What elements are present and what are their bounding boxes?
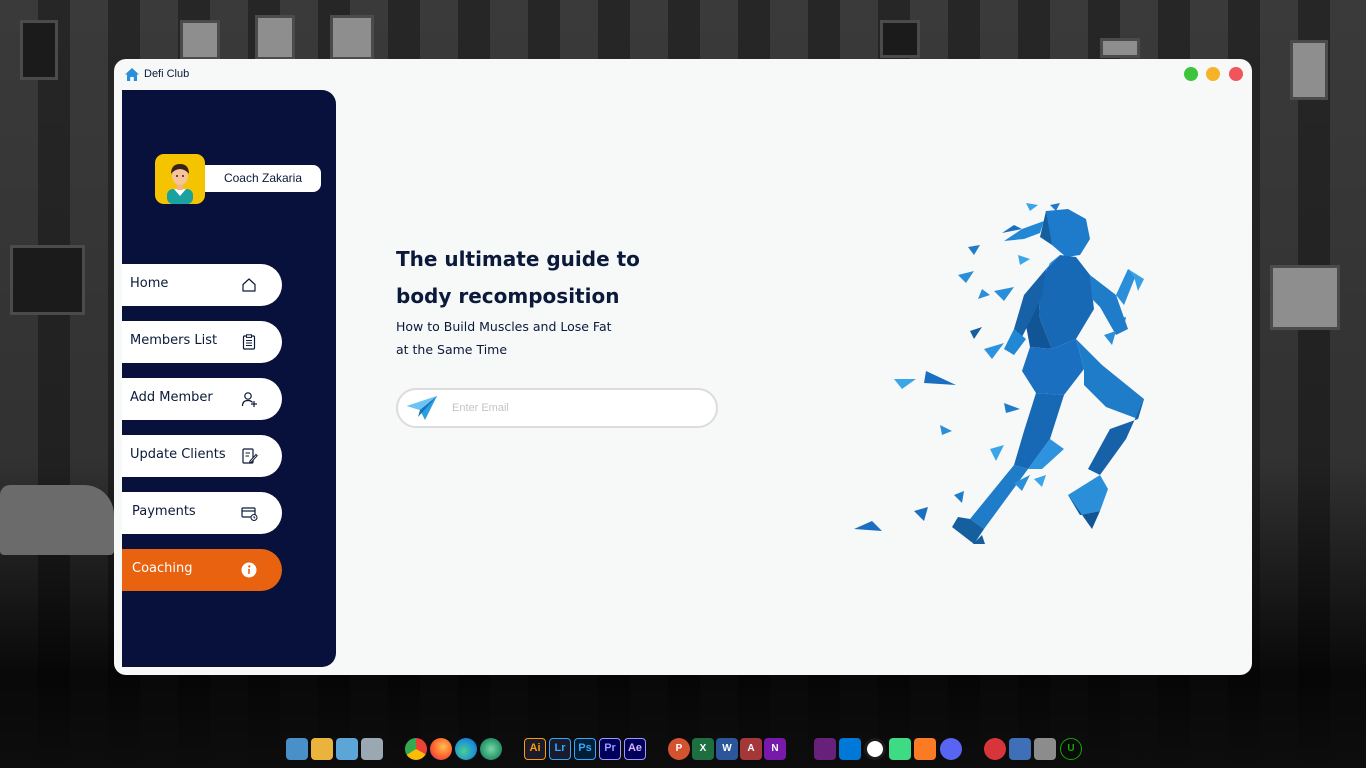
coach-name-label: Coach Zakaria bbox=[205, 165, 321, 192]
subtitle-line-1: How to Build Muscles and Lose Fat bbox=[396, 319, 612, 334]
subtitle-line-2: at the Same Time bbox=[396, 342, 508, 357]
wallpaper-detail bbox=[20, 20, 58, 80]
this-pc-icon[interactable] bbox=[286, 738, 308, 760]
wallpaper-detail bbox=[1100, 38, 1140, 58]
wallpaper-detail bbox=[180, 20, 220, 60]
user-folder-icon[interactable] bbox=[311, 738, 333, 760]
paper-plane-icon[interactable] bbox=[405, 394, 439, 422]
wallpaper-detail bbox=[880, 20, 920, 58]
sidebar-item-label: Members List bbox=[130, 333, 218, 348]
virtualbox-icon[interactable] bbox=[1009, 738, 1031, 760]
sidebar-item-add-member[interactable]: Add Member bbox=[122, 378, 282, 420]
add-user-icon bbox=[241, 392, 257, 407]
webstorm-icon[interactable] bbox=[864, 738, 886, 760]
sidebar-item-payments[interactable]: Payments bbox=[122, 492, 282, 534]
clipboard-list-icon bbox=[242, 334, 256, 350]
sidebar-item-label: Add Member bbox=[130, 390, 213, 405]
ccleaner-icon[interactable] bbox=[984, 738, 1006, 760]
after-effects-icon[interactable]: Ae bbox=[624, 738, 646, 760]
control-panel-icon[interactable] bbox=[336, 738, 358, 760]
avatar bbox=[155, 154, 205, 204]
sidebar-item-coaching[interactable]: Coaching bbox=[122, 549, 282, 591]
edit-document-icon bbox=[242, 448, 258, 464]
close-button[interactable] bbox=[1229, 67, 1243, 81]
wallpaper-detail bbox=[255, 15, 295, 60]
illustrator-icon[interactable]: Ai bbox=[524, 738, 546, 760]
powerpoint-icon[interactable]: P bbox=[668, 738, 690, 760]
home-logo-icon bbox=[125, 68, 139, 81]
email-field-container bbox=[396, 388, 718, 428]
home-icon bbox=[242, 278, 256, 292]
recycle-bin-icon[interactable] bbox=[361, 738, 383, 760]
premiere-icon[interactable]: Pr bbox=[599, 738, 621, 760]
onenote-icon[interactable]: N bbox=[764, 738, 786, 760]
sidebar: Coach Zakaria Home Members List Add Memb… bbox=[122, 90, 336, 667]
vscode-icon[interactable] bbox=[839, 738, 861, 760]
firefox-icon[interactable] bbox=[430, 738, 452, 760]
lightroom-icon[interactable]: Lr bbox=[549, 738, 571, 760]
title-bar: Defi Club bbox=[114, 59, 1252, 90]
headline-line-2: body recomposition bbox=[396, 284, 620, 308]
sidebar-item-label: Home bbox=[130, 276, 169, 291]
wallpaper-detail bbox=[1270, 265, 1340, 330]
wallpaper-detail bbox=[1290, 40, 1328, 100]
xampp-icon[interactable] bbox=[914, 738, 936, 760]
running-woman-illustration bbox=[854, 203, 1144, 544]
email-input[interactable] bbox=[452, 398, 702, 418]
taskbar: Ai Lr Ps Pr Ae P X W A N U bbox=[0, 734, 1366, 766]
edge-dev-icon[interactable] bbox=[480, 738, 502, 760]
wallpaper-detail bbox=[330, 15, 374, 60]
chrome-icon[interactable] bbox=[405, 738, 427, 760]
payment-card-icon bbox=[241, 507, 258, 521]
edge-icon[interactable] bbox=[455, 738, 477, 760]
word-icon[interactable]: W bbox=[716, 738, 738, 760]
sidebar-item-label: Coaching bbox=[132, 561, 193, 576]
visual-studio-icon[interactable] bbox=[814, 738, 836, 760]
winrar-icon[interactable] bbox=[1034, 738, 1056, 760]
minimize-button[interactable] bbox=[1206, 67, 1220, 81]
excel-icon[interactable]: X bbox=[692, 738, 714, 760]
upwork-icon[interactable]: U bbox=[1060, 738, 1082, 760]
sidebar-item-home[interactable]: Home bbox=[122, 264, 282, 306]
sidebar-item-members-list[interactable]: Members List bbox=[122, 321, 282, 363]
wallpaper-detail bbox=[10, 245, 85, 315]
sidebar-item-label: Payments bbox=[132, 504, 196, 519]
android-studio-icon[interactable] bbox=[889, 738, 911, 760]
coach-avatar-icon bbox=[167, 164, 193, 204]
maximize-button[interactable] bbox=[1184, 67, 1198, 81]
sidebar-item-update-clients[interactable]: Update Clients bbox=[122, 435, 282, 477]
discord-icon[interactable] bbox=[940, 738, 962, 760]
app-title: Defi Club bbox=[144, 68, 190, 80]
wallpaper-car bbox=[0, 485, 114, 555]
access-icon[interactable]: A bbox=[740, 738, 762, 760]
sidebar-item-label: Update Clients bbox=[130, 447, 226, 462]
photoshop-icon[interactable]: Ps bbox=[574, 738, 596, 760]
app-window: Defi Club Coach Zakaria Home Members Lis… bbox=[114, 59, 1252, 675]
headline-line-1: The ultimate guide to bbox=[396, 247, 640, 271]
info-icon bbox=[241, 562, 257, 578]
